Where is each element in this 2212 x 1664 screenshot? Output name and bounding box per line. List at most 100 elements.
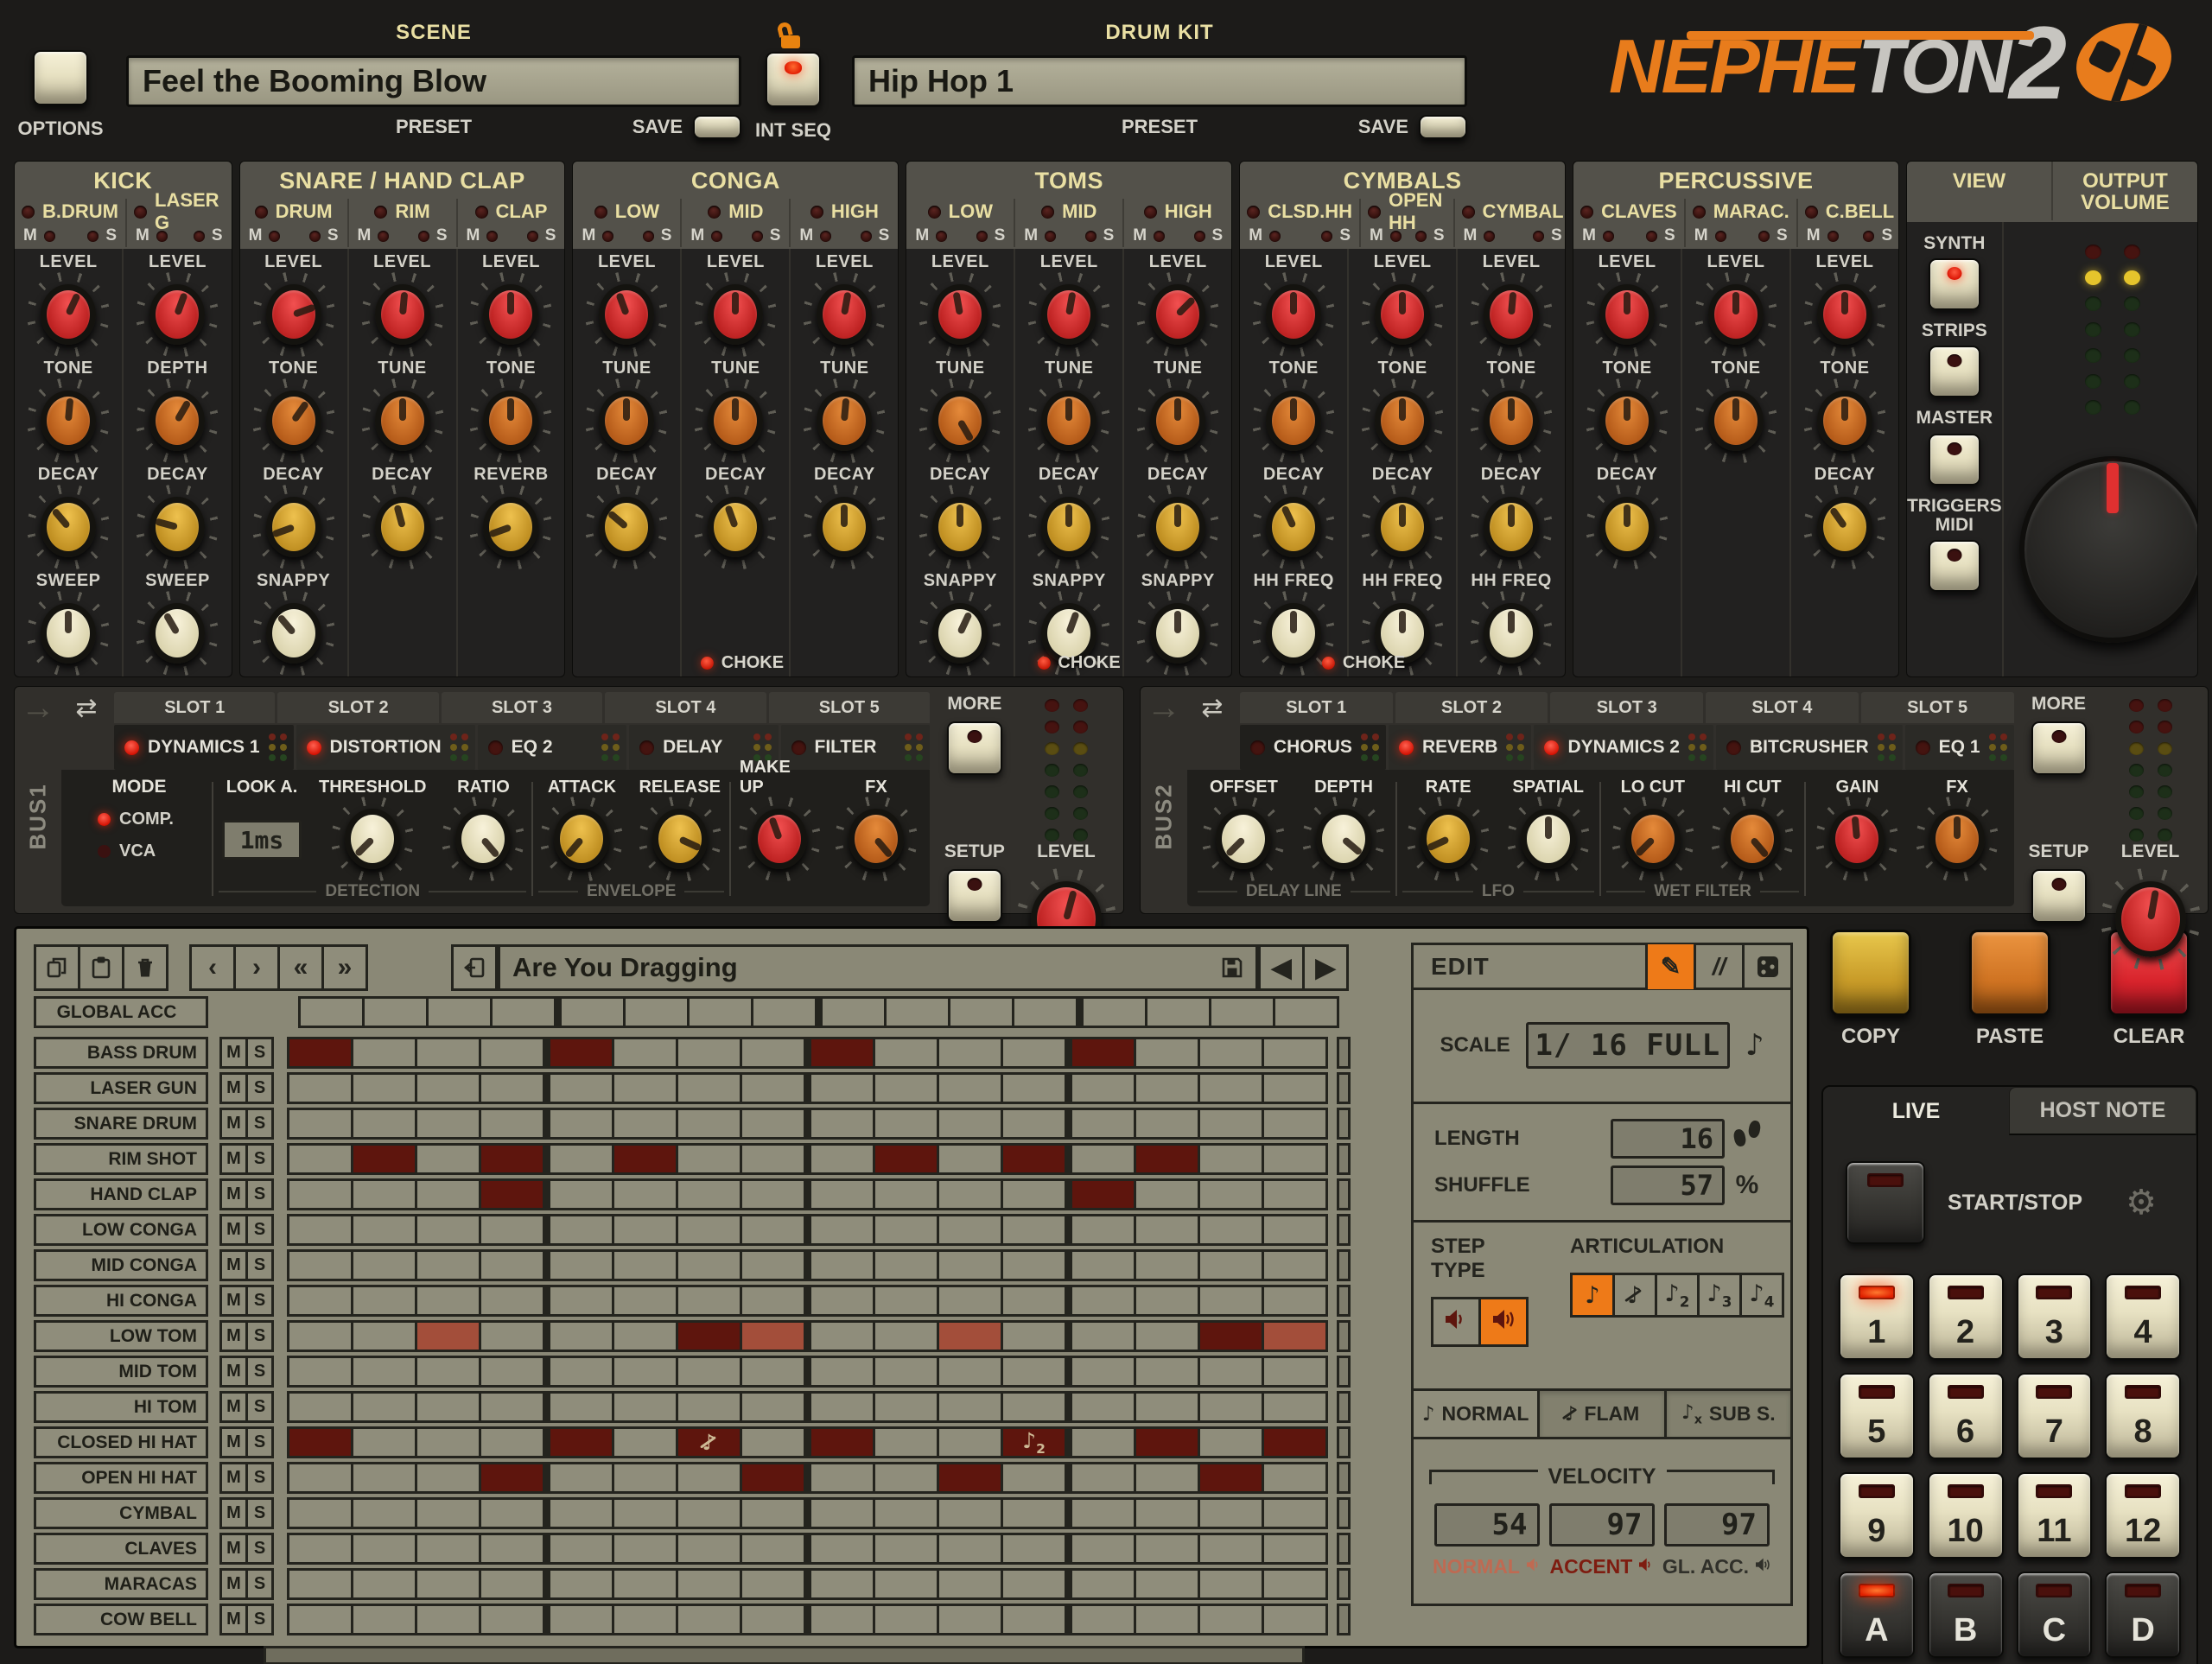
step-cell-14[interactable] [1136, 1252, 1198, 1279]
step-cell-7[interactable] [678, 1287, 740, 1314]
step-cell-1[interactable] [289, 1287, 351, 1314]
step-cell-4[interactable] [481, 1394, 543, 1420]
step-cell-10[interactable] [875, 1358, 937, 1385]
step-cell-8[interactable] [742, 1075, 804, 1102]
pattern-next-arrow-button[interactable]: ▶ [1302, 944, 1349, 991]
pattern-save-button[interactable] [1209, 944, 1255, 991]
grid-vscrollbar[interactable] [1337, 1178, 1351, 1210]
solo-button[interactable]: S [436, 226, 448, 245]
solo-button[interactable]: S [1777, 226, 1788, 245]
step-cell-7[interactable] [678, 1039, 740, 1066]
step-cell-8[interactable] [742, 1535, 804, 1562]
track-solo-button[interactable]: S [245, 1249, 274, 1281]
slot-tab-slot-5[interactable]: SLOT 5 [1861, 692, 2014, 723]
mode-option-comp[interactable]: COMP. [75, 810, 203, 829]
knob-tone[interactable] [254, 379, 334, 462]
track-mute-button[interactable]: M [219, 1249, 248, 1281]
step-cell-6[interactable] [614, 1146, 676, 1172]
knob-level[interactable] [471, 273, 550, 356]
step-cell-15[interactable] [1200, 1110, 1262, 1137]
step-cell-7[interactable] [678, 1323, 740, 1350]
articulation-button-flam[interactable]: ♪ [1612, 1273, 1657, 1318]
step-cell-12[interactable] [1014, 999, 1076, 1026]
step-cell-11[interactable] [939, 1110, 1001, 1137]
grid-vscrollbar[interactable] [1337, 1462, 1351, 1494]
step-cell-13[interactable] [1072, 1323, 1134, 1350]
fx-slot-dynamics-2[interactable]: DYNAMICS 2 [1534, 725, 1713, 770]
step-cell-6[interactable] [614, 1571, 676, 1597]
step-cell-14[interactable] [1136, 1500, 1198, 1527]
int-seq-button[interactable] [766, 52, 821, 107]
step-cell-2[interactable] [353, 1075, 415, 1102]
track-solo-button[interactable]: S [245, 1356, 274, 1388]
pattern-name-field[interactable]: Are You Dragging [498, 944, 1258, 991]
step-cell-2[interactable] [353, 1358, 415, 1385]
mute-button[interactable]: M [915, 226, 929, 245]
step-cell-15[interactable] [1200, 1535, 1262, 1562]
grid-vscrollbar[interactable] [1337, 1426, 1351, 1458]
step-cell-7[interactable] [678, 1181, 740, 1208]
knob-level[interactable] [804, 273, 884, 356]
solo-button[interactable]: S [770, 226, 781, 245]
step-cell-5[interactable] [550, 1429, 612, 1456]
grid-vscrollbar[interactable] [1337, 1143, 1351, 1175]
step-cell-5[interactable] [550, 1216, 612, 1243]
bank-button-b[interactable]: B [1928, 1572, 2004, 1658]
step-cell-14[interactable] [1136, 1146, 1198, 1172]
step-cell-9[interactable] [811, 1394, 873, 1420]
step-cell-14[interactable] [1136, 1075, 1198, 1102]
step-cell-13[interactable] [1072, 1075, 1134, 1102]
mode-option-vca[interactable]: VCA [75, 842, 203, 861]
swap-arrows-icon[interactable]: ⇄ [61, 692, 111, 723]
step-cell-6[interactable] [614, 1252, 676, 1279]
slot-tab-slot-4[interactable]: SLOT 4 [605, 692, 766, 723]
grid-vscrollbar[interactable] [1337, 1285, 1351, 1317]
step-cell-16[interactable] [1264, 1323, 1325, 1350]
knob-lo-cut[interactable] [1613, 797, 1693, 880]
solo-button[interactable]: S [1664, 226, 1675, 245]
knob-fx[interactable] [836, 797, 916, 880]
step-cell-1[interactable] [289, 1181, 351, 1208]
step-cell-13[interactable] [1072, 1252, 1134, 1279]
step-cell-8[interactable] [742, 1039, 804, 1066]
step-cell-8[interactable] [742, 1110, 804, 1137]
step-cell-9[interactable] [811, 1429, 873, 1456]
step-cell-3[interactable] [417, 1146, 479, 1172]
knob-attack[interactable] [542, 797, 621, 880]
knob-level[interactable] [1805, 273, 1885, 356]
step-cell-11[interactable] [939, 1606, 1001, 1633]
grid-vscrollbar[interactable] [1337, 1533, 1351, 1565]
length-display[interactable]: 16 [1611, 1119, 1725, 1159]
step-cell-3[interactable] [417, 1358, 479, 1385]
track-label[interactable]: MID CONGA [34, 1249, 208, 1281]
step-cell-4[interactable] [481, 1110, 543, 1137]
step-cell-11[interactable] [939, 1146, 1001, 1172]
slot-tab-slot-3[interactable]: SLOT 3 [1550, 692, 1703, 723]
step-cell-3[interactable] [417, 1500, 479, 1527]
knob-tone[interactable] [1696, 379, 1776, 462]
track-mute-button[interactable]: M [219, 1072, 248, 1104]
fx-slot-dynamics-1[interactable]: DYNAMICS 1 [114, 725, 294, 770]
track-solo-button[interactable]: S [245, 1108, 274, 1140]
knob-tune[interactable] [587, 379, 666, 462]
swap-arrows-icon[interactable]: ⇄ [1187, 692, 1237, 723]
step-cell-10[interactable] [875, 1394, 937, 1420]
step-cell-3[interactable] [417, 1535, 479, 1562]
step-cell-6[interactable] [614, 1500, 676, 1527]
step-cell-8[interactable] [742, 1606, 804, 1633]
step-cell-14[interactable] [1136, 1429, 1198, 1456]
step-cell-8[interactable] [742, 1358, 804, 1385]
gear-icon[interactable]: ⚙ [2126, 1183, 2157, 1223]
step-cell-8[interactable] [742, 1394, 804, 1420]
track-solo-button[interactable]: S [245, 1533, 274, 1565]
mute-button[interactable]: M [467, 226, 480, 245]
step-cell-6[interactable] [614, 1110, 676, 1137]
knob-sweep[interactable] [29, 592, 108, 675]
knob-hi-cut[interactable] [1713, 797, 1792, 880]
slot-tab-slot-5[interactable]: SLOT 5 [769, 692, 930, 723]
step-cell-15[interactable] [1200, 1323, 1262, 1350]
step-cell-14[interactable] [1136, 1358, 1198, 1385]
step-cell-9[interactable] [811, 1464, 873, 1491]
step-cell-7[interactable] [690, 999, 751, 1026]
step-cell-10[interactable] [875, 1252, 937, 1279]
